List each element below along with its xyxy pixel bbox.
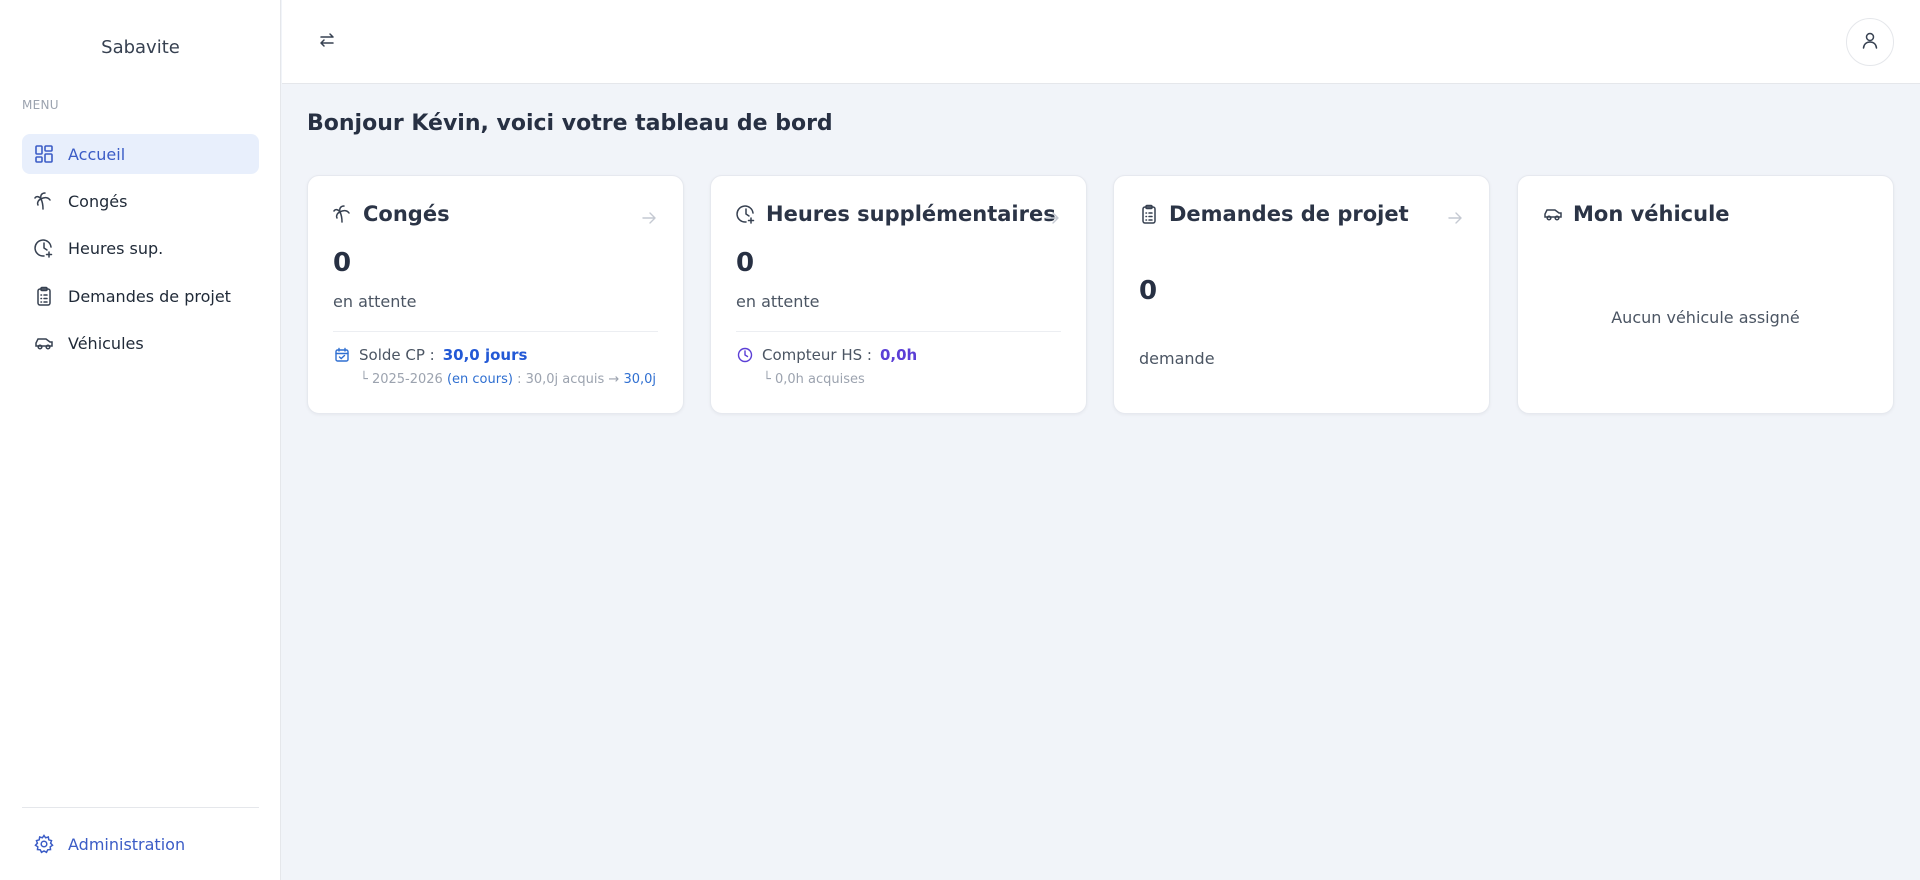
sidebar-item-heures-sup[interactable]: Heures sup. xyxy=(22,228,259,268)
card-header: Demandes de projet xyxy=(1139,202,1409,226)
balance-row: Solde CP : 30,0 jours xyxy=(333,346,527,364)
sidebar-item-label: Véhicules xyxy=(68,333,144,353)
period-acquired: : 30,0j acquis → xyxy=(517,372,620,387)
card-title: Mon véhicule xyxy=(1573,202,1730,226)
sidebar-item-demandes-projet[interactable]: Demandes de projet xyxy=(22,276,259,316)
menu-section-label: MENU xyxy=(22,98,59,112)
counter-row: Compteur HS : 0,0h xyxy=(736,346,917,364)
arrow-right-icon xyxy=(641,210,657,226)
counter-value: 0,0h xyxy=(879,346,918,364)
sidebar-toggle-button[interactable] xyxy=(316,31,338,53)
request-label: demande xyxy=(1139,349,1215,368)
sidebar-item-label: Demandes de projet xyxy=(68,286,231,306)
calendar-check-icon xyxy=(333,346,351,364)
period-status: (en cours) xyxy=(446,372,513,387)
user-icon xyxy=(1860,30,1880,54)
balance-value: 30,0 jours xyxy=(442,346,528,364)
demandes-projet-card[interactable]: Demandes de projet 0 demande xyxy=(1113,175,1490,414)
palm-tree-icon xyxy=(333,204,353,224)
period-value: 30,0j xyxy=(623,372,657,387)
sidebar-item-vehicules[interactable]: Véhicules xyxy=(22,323,259,363)
sidebar-item-label: Congés xyxy=(68,191,128,211)
card-header: Mon véhicule xyxy=(1543,202,1730,226)
dashboard-icon xyxy=(34,144,54,164)
arrow-right-icon xyxy=(1447,210,1463,226)
sidebar-item-label: Heures sup. xyxy=(68,238,164,258)
period-year: └ 2025-2026 xyxy=(360,372,443,387)
clock-plus-icon xyxy=(34,238,54,258)
gear-icon xyxy=(34,834,54,854)
sidebar-item-administration[interactable]: Administration xyxy=(22,824,259,864)
sidebar-item-accueil[interactable]: Accueil xyxy=(22,134,259,174)
request-count: 0 xyxy=(1139,276,1158,306)
car-icon xyxy=(1543,204,1563,224)
counter-label: Compteur HS : xyxy=(762,346,872,364)
clipboard-list-icon xyxy=(1139,204,1159,224)
sidebar: Sabavite MENU Accueil Congés Heures sup.… xyxy=(0,0,281,880)
card-header: Heures supplémentaires xyxy=(736,202,1056,226)
card-title: Demandes de projet xyxy=(1169,202,1409,226)
hours-acquired: └ 0,0h acquises xyxy=(763,372,865,387)
arrow-right-icon xyxy=(1044,210,1060,226)
pending-count: 0 xyxy=(736,248,755,278)
vehicule-card: Mon véhicule Aucun véhicule assigné xyxy=(1517,175,1894,414)
conges-card[interactable]: Congés 0 en attente Solde CP : 30,0 jour… xyxy=(307,175,684,414)
arrows-swap-icon xyxy=(318,31,336,53)
balance-label: Solde CP : xyxy=(359,346,435,364)
sidebar-item-label: Accueil xyxy=(68,144,126,164)
user-menu-button[interactable] xyxy=(1846,18,1894,66)
heures-sup-card[interactable]: Heures supplémentaires 0 en attente Comp… xyxy=(710,175,1087,414)
balance-period: └ 2025-2026 (en cours) : 30,0j acquis → … xyxy=(360,372,656,387)
clock-icon xyxy=(736,346,754,364)
pending-label: en attente xyxy=(333,292,417,311)
palm-tree-icon xyxy=(34,191,54,211)
card-title: Heures supplémentaires xyxy=(766,202,1056,226)
pending-label: en attente xyxy=(736,292,820,311)
administration-label: Administration xyxy=(68,834,186,854)
sidebar-divider xyxy=(22,807,259,808)
car-icon xyxy=(34,333,54,353)
card-divider xyxy=(736,331,1061,332)
card-title: Congés xyxy=(363,202,450,226)
top-bar xyxy=(282,0,1920,84)
clipboard-list-icon xyxy=(34,286,54,306)
card-divider xyxy=(333,331,658,332)
no-vehicle-message: Aucun véhicule assigné xyxy=(1611,308,1800,327)
clock-plus-icon xyxy=(736,204,756,224)
brand-name: Sabavite xyxy=(101,37,180,58)
sidebar-item-conges[interactable]: Congés xyxy=(22,181,259,221)
page-title: Bonjour Kévin, voici votre tableau de bo… xyxy=(307,111,833,136)
pending-count: 0 xyxy=(333,248,352,278)
card-header: Congés xyxy=(333,202,450,226)
